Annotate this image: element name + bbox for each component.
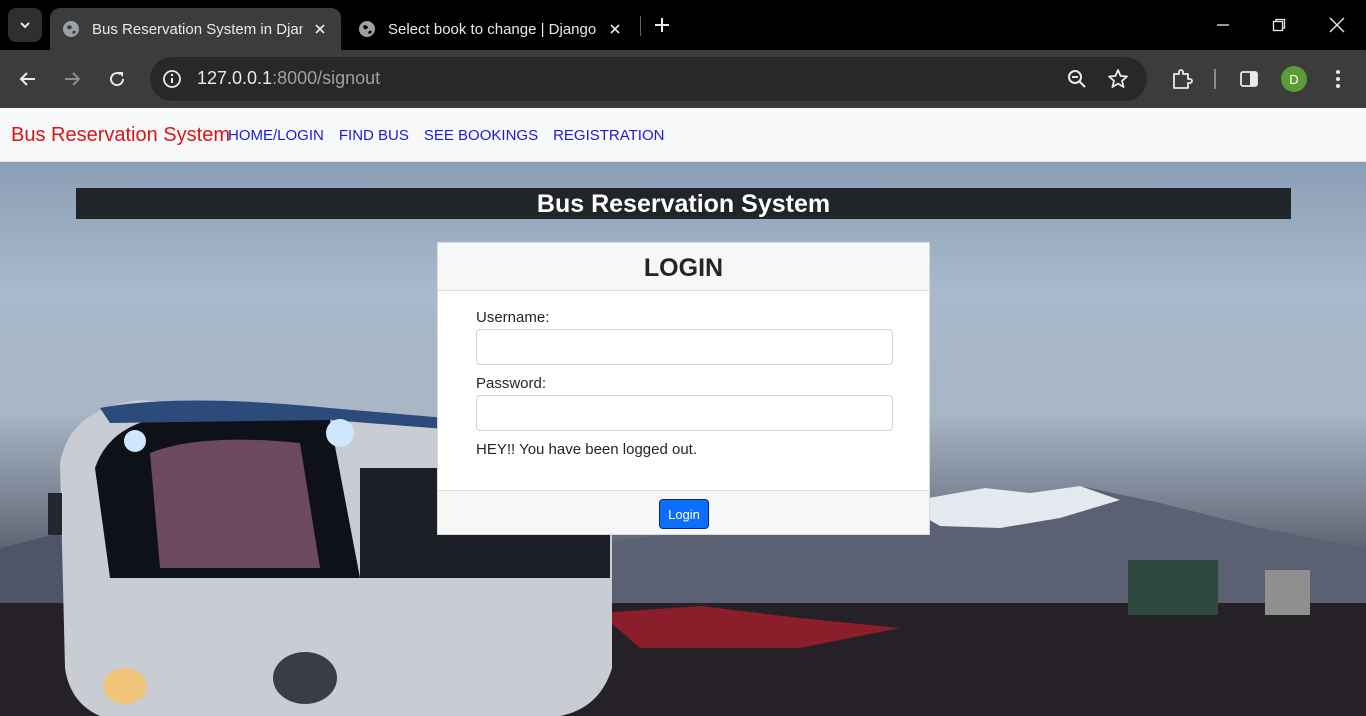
tab-divider [640,16,641,36]
tab-title: Select book to change | Django [388,20,597,38]
arrow-right-icon [65,72,81,86]
username-label: Username: [476,309,550,326]
site-navbar: Bus Reservation System HOME/LOGIN FIND B… [0,108,1366,162]
arrow-left-icon [19,72,35,86]
new-tab-button[interactable] [650,13,674,37]
close-window-button[interactable] [1326,14,1348,36]
address-bar[interactable]: 127.0.0.1:8000/signout [150,57,1147,101]
side-panel-button[interactable] [1237,67,1261,91]
globe-icon [63,21,79,37]
plus-icon [655,18,669,32]
side-panel-icon [1240,71,1258,87]
browser-tab[interactable]: Select book to change | Django [346,8,636,50]
login-footer: Login [438,490,929,534]
login-form: Username: Password: HEY!! You have been … [438,291,929,490]
bookmark-star-icon[interactable] [1106,67,1130,91]
close-icon[interactable] [311,20,329,38]
browser-menu-button[interactable] [1326,67,1350,91]
username-input[interactable] [476,329,893,365]
minimize-icon [1217,24,1229,26]
reload-button[interactable] [104,66,130,92]
web-page: Bus Reservation System HOME/LOGIN FIND B… [0,108,1366,716]
login-button[interactable]: Login [659,499,709,529]
login-card: LOGIN Username: Password: HEY!! You have… [437,242,930,535]
nav-link-home-login[interactable]: HOME/LOGIN [228,127,324,144]
restore-icon [1272,18,1286,32]
site-info-icon[interactable] [160,67,184,91]
logout-message: HEY!! You have been logged out. [476,441,698,458]
extensions-button[interactable] [1170,67,1194,91]
nav-link-see-bookings[interactable]: SEE BOOKINGS [424,127,538,144]
back-button[interactable] [15,66,41,92]
password-label: Password: [476,375,547,392]
forward-button[interactable] [59,66,85,92]
nav-links: HOME/LOGIN FIND BUS SEE BOOKINGS REGISTR… [228,127,664,144]
page-banner: Bus Reservation System [76,188,1291,219]
minimize-button[interactable] [1212,14,1234,36]
chevron-down-icon [20,22,30,29]
password-input[interactable] [476,395,893,431]
brand-link[interactable]: Bus Reservation System [11,124,230,147]
url-text: 127.0.0.1:8000/signout [197,68,380,89]
globe-icon [359,21,375,37]
profile-avatar[interactable]: D [1281,66,1307,92]
zoom-icon[interactable] [1065,67,1089,91]
puzzle-icon [1173,69,1193,89]
login-heading: LOGIN [438,243,929,291]
restore-button[interactable] [1268,14,1290,36]
close-icon[interactable] [606,20,624,38]
browser-tab-active[interactable]: Bus Reservation System in Djang [50,8,341,50]
close-icon [1329,17,1345,33]
browser-tabstrip: Bus Reservation System in Djang Select b… [0,0,1366,50]
nav-link-registration[interactable]: REGISTRATION [553,127,664,144]
toolbar-divider [1214,69,1216,89]
tab-search-button[interactable] [8,8,42,42]
reload-icon [110,72,125,87]
url-path: :8000/signout [272,68,381,88]
url-host: 127.0.0.1 [197,68,273,88]
kebab-menu-icon [1336,70,1340,88]
browser-toolbar: 127.0.0.1:8000/signout D [0,50,1366,108]
tab-title: Bus Reservation System in Djang [92,20,303,38]
nav-link-find-bus[interactable]: FIND BUS [339,127,409,144]
